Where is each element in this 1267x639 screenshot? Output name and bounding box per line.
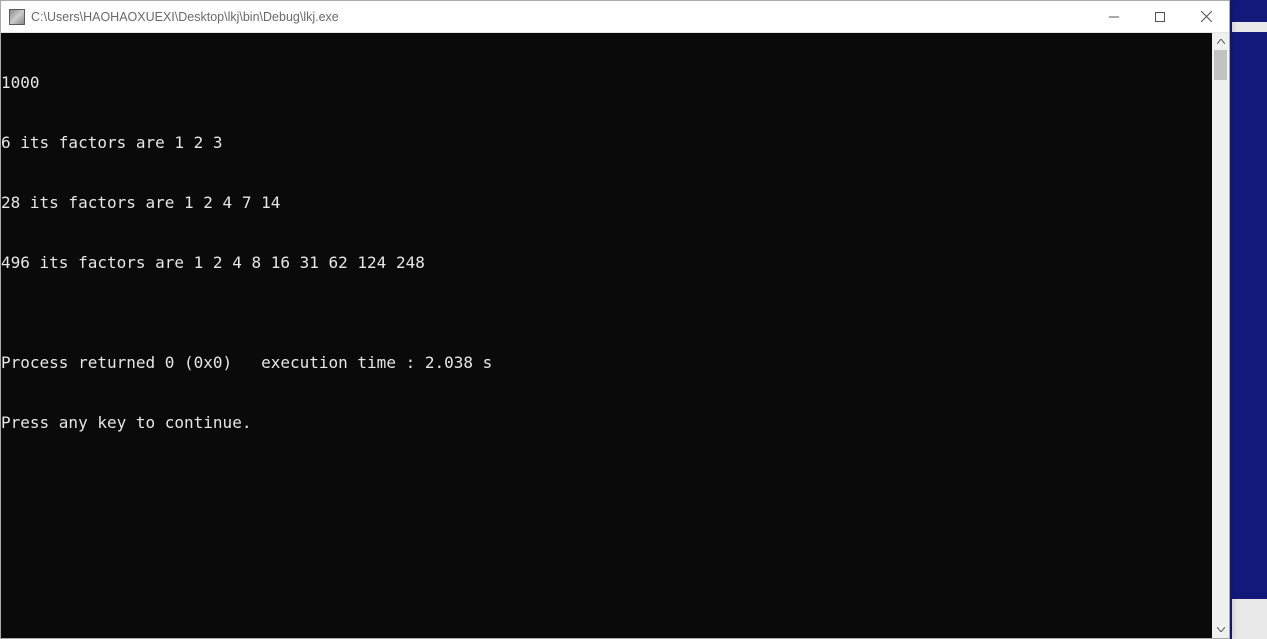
- scrollbar-thumb[interactable]: [1214, 50, 1227, 80]
- chevron-up-icon: [1217, 39, 1225, 44]
- console-wrap: 1000 6 its factors are 1 2 3 28 its fact…: [1, 33, 1229, 638]
- console-line: 6 its factors are 1 2 3: [1, 133, 1212, 153]
- scroll-up-button[interactable]: [1212, 33, 1229, 50]
- window-controls: [1091, 1, 1229, 32]
- console-line: Process returned 0 (0x0) execution time …: [1, 353, 1212, 373]
- vertical-scrollbar[interactable]: [1212, 33, 1229, 638]
- chevron-down-icon: [1217, 627, 1225, 632]
- titlebar[interactable]: C:\Users\HAOHAOXUEXI\Desktop\lkj\bin\Deb…: [1, 1, 1229, 33]
- scroll-down-button[interactable]: [1212, 621, 1229, 638]
- console-line: 496 its factors are 1 2 4 8 16 31 62 124…: [1, 253, 1212, 273]
- close-icon: [1201, 11, 1212, 22]
- window-title: C:\Users\HAOHAOXUEXI\Desktop\lkj\bin\Deb…: [31, 10, 1091, 24]
- console-line: 28 its factors are 1 2 4 7 14: [1, 193, 1212, 213]
- console-output[interactable]: 1000 6 its factors are 1 2 3 28 its fact…: [1, 33, 1212, 638]
- maximize-icon: [1155, 12, 1165, 22]
- scrollbar-track[interactable]: [1212, 50, 1229, 621]
- app-icon: [9, 9, 25, 25]
- console-line: Press any key to continue.: [1, 413, 1212, 433]
- maximize-button[interactable]: [1137, 1, 1183, 32]
- minimize-button[interactable]: [1091, 1, 1137, 32]
- close-button[interactable]: [1183, 1, 1229, 32]
- background-strip-top: [1232, 22, 1267, 32]
- console-window: C:\Users\HAOHAOXUEXI\Desktop\lkj\bin\Deb…: [0, 0, 1230, 639]
- background-strip-bottom: [1232, 599, 1267, 639]
- minimize-icon: [1109, 12, 1119, 22]
- console-line: 1000: [1, 73, 1212, 93]
